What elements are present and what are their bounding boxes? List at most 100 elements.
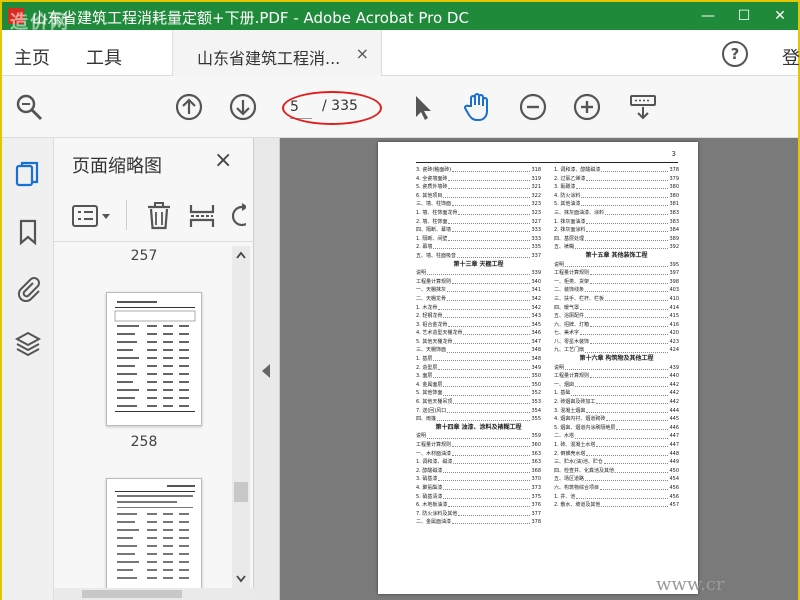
toc-entry-title: 2. 醇酸磁漆: [416, 467, 443, 474]
toc-entry-title: 五、墙、柱面吸音: [416, 252, 457, 259]
attachment-icon[interactable]: [14, 274, 42, 303]
toc-entry: 二、装饰线条 403: [554, 286, 679, 295]
toc-right-column: 1. 调和漆、醇酸磁漆 378 2. 过氯乙烯漆 379 3. 氟碳漆 380 4. 防火涂…: [554, 166, 679, 510]
layers-icon[interactable]: [14, 330, 42, 358]
toc-entry: 三、贮水(油)池、贮仓 449: [554, 458, 679, 467]
toc-entry-page: 327: [531, 218, 541, 225]
toc-entry-title: 一、木材面油漆: [416, 450, 452, 457]
thumbnail-vertical-scrollbar[interactable]: [232, 246, 250, 588]
previous-page-icon[interactable]: [174, 92, 204, 122]
toc-dot-leader: [586, 218, 669, 224]
toc-entry-page: 446: [669, 424, 679, 431]
toc-entry: 1. 调和漆、醇酸磁漆 378: [554, 166, 679, 175]
toc-dot-leader: [565, 364, 669, 370]
toc-dot-leader: [448, 321, 531, 327]
toc-entry: 五、墙、柱面吸音 337: [416, 252, 541, 261]
toc-entry-title: 4. 聚氨酯漆: [416, 484, 443, 491]
thumbnail-horizontal-scrollbar[interactable]: [54, 588, 254, 600]
toc-chapter-heading: 第十六章 构筑物及其他工程: [579, 355, 654, 363]
thumbnail-page-258[interactable]: [106, 478, 202, 588]
minimize-button[interactable]: —: [690, 2, 726, 30]
toc-entry-title: 工程量计算规则: [554, 270, 590, 277]
zoom-out-icon[interactable]: [518, 92, 548, 122]
toc-entry: 一、柜类、货架 398: [554, 278, 679, 287]
toc-entry: 二、天棚龙骨 342: [416, 295, 541, 304]
toc-entry: 3. 面层 350: [416, 372, 541, 381]
thumbnail-page-257[interactable]: [106, 292, 202, 426]
thumbnail-options-icon[interactable]: [72, 204, 114, 232]
toc-entry-title: 3. 硝基漆: [416, 476, 438, 483]
zoom-search-icon[interactable]: [14, 92, 44, 122]
vertical-scroll-thumb[interactable]: [234, 482, 248, 502]
hand-tool-icon[interactable]: [462, 92, 492, 122]
keyboard-scroll-icon[interactable]: [628, 92, 658, 122]
panel-close-icon[interactable]: ×: [214, 148, 232, 173]
select-cursor-icon[interactable]: [408, 92, 438, 122]
toc-dot-leader: [576, 493, 669, 499]
close-window-button[interactable]: ✕: [762, 2, 798, 30]
toc-entry: 2. 抹灰面涂料 384: [554, 226, 679, 235]
thumbnail-label: 257: [130, 248, 158, 264]
scroll-up-icon[interactable]: [235, 250, 247, 260]
horizontal-scroll-thumb[interactable]: [82, 590, 182, 598]
toc-entry: 4. 艺术造型天棚龙骨 346: [416, 329, 541, 338]
zoom-in-icon[interactable]: [572, 92, 602, 122]
rotate-page-icon[interactable]: [228, 202, 246, 230]
toc-dot-leader: [616, 424, 669, 430]
menu-tools[interactable]: 工具: [86, 44, 122, 70]
toc-entry-page: 384: [669, 227, 679, 234]
delete-page-icon[interactable]: [146, 202, 172, 234]
split-page-icon[interactable]: [188, 202, 216, 234]
toc-dot-leader: [585, 286, 669, 293]
tab-close-icon[interactable]: ×: [356, 44, 369, 63]
toc-entry-page: 319: [531, 175, 541, 182]
bookmark-icon[interactable]: [14, 218, 42, 246]
toc-entry-page: 346: [531, 330, 541, 337]
toc-entry: 2. 砖烟囱及砖加工 442: [554, 398, 679, 407]
panel-collapse-handle[interactable]: [254, 138, 280, 600]
login-button[interactable]: 登: [782, 44, 800, 70]
page-thumbnails-icon[interactable]: [14, 160, 42, 188]
toc-dot-leader: [452, 450, 531, 456]
document-tab[interactable]: 山东省建筑工程消... ×: [172, 30, 382, 76]
toc-entry-page: 383: [669, 218, 679, 225]
toc-entry-page: 350: [531, 381, 541, 388]
toc-entry: 2. 散水、坡道及其他 457: [554, 501, 679, 510]
toc-dot-leader: [433, 355, 531, 362]
menu-home[interactable]: 主页: [14, 44, 50, 70]
toc-entry-page: 439: [669, 364, 679, 371]
toc-entry-page: 378: [669, 167, 679, 173]
toc-dot-leader: [601, 166, 669, 173]
thumbnail-panel: 页面缩略图 × 257 258: [54, 138, 254, 600]
scroll-down-icon[interactable]: [235, 574, 247, 584]
toc-entry: 工程量计算规则 340: [416, 278, 541, 287]
toc-entry: 2. 倒锥壳水塔 448: [554, 450, 679, 459]
toc-entry-page: 376: [531, 502, 541, 509]
toc-entry-page: 345: [531, 321, 541, 328]
maximize-button[interactable]: ☐: [726, 2, 762, 30]
toc-entry-title: 五、场区道路: [554, 476, 585, 483]
toc-dot-leader: [447, 286, 531, 293]
toc-entry-title: 2. 砖烟囱及砖加工: [554, 399, 596, 406]
toc-entry-title: 说明: [554, 261, 565, 268]
document-view[interactable]: 3 3. 瓷砖(釉面砖) 318 4. 全瓷墙面砖 319 5. 瓷质外墙砖 321 6. …: [280, 138, 798, 600]
toc-entry-title: 2. 造型层: [416, 364, 438, 371]
toc-dot-leader: [585, 235, 669, 241]
collapse-arrow-icon[interactable]: [262, 364, 270, 378]
document-tab-title: 山东省建筑工程消...: [197, 49, 341, 68]
toc-entry-title: 一、天棚抹灰: [416, 287, 447, 294]
toc-entry-title: 6. 木地板油漆: [416, 502, 448, 509]
toc-entry: 四、基层处理 389: [554, 235, 679, 244]
toc-dot-leader: [443, 312, 531, 319]
toc-entry: 5. 硝基清漆 375: [416, 493, 541, 502]
toc-dot-leader: [443, 381, 531, 387]
toc-entry-title: 5. 瓷质外墙砖: [416, 184, 448, 191]
toc-entry-page: 339: [531, 270, 541, 277]
next-page-icon[interactable]: [228, 92, 258, 122]
toc-entry-page: 397: [669, 270, 679, 277]
toc-entry-page: 340: [531, 278, 541, 285]
toc-entry: 1. 基础 442: [554, 389, 679, 398]
help-icon[interactable]: ?: [722, 41, 748, 67]
toc-entry-page: 383: [669, 209, 679, 216]
toc-entry: 工程量计算规则 360: [416, 441, 541, 450]
